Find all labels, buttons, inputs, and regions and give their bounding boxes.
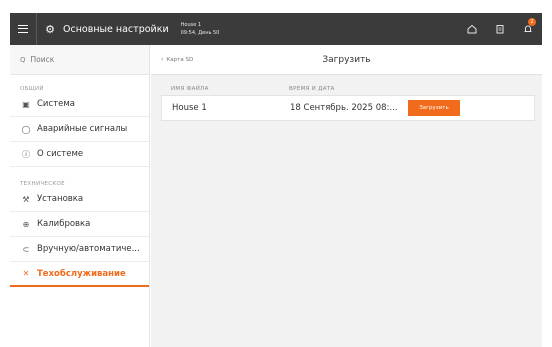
top-bar: ⚙ Основные настройки House 1 09:54, День… bbox=[10, 13, 542, 45]
sidebar-item-label: О системе bbox=[37, 149, 84, 159]
sidebar-item-maintenance[interactable]: ✕ Техобслуживание bbox=[10, 262, 149, 287]
house-name: House 1 bbox=[180, 22, 202, 28]
sidebar-item-system[interactable]: ▣ Система bbox=[10, 92, 149, 117]
search-box[interactable]: Q bbox=[10, 45, 149, 75]
notifications-button[interactable]: 2 bbox=[514, 13, 542, 45]
column-header-file-name: ИМЯ ФАЙЛА bbox=[171, 86, 209, 92]
sidebar-item-label: Техобслуживание bbox=[37, 268, 126, 279]
table-row: House 1 18 Сентябрь. 2025 08:... Загрузи… bbox=[161, 95, 535, 121]
sidebar-item-manual-auto[interactable]: ⊂ Вручную/автоматиче... bbox=[10, 237, 149, 262]
sub-header: ‹ Карта SD Загрузить bbox=[151, 45, 542, 75]
sidebar-item-installation[interactable]: ⚒ Установка bbox=[10, 187, 149, 212]
file-name-cell: House 1 bbox=[172, 103, 207, 113]
sidebar: Q ОБЩИЙ ▣ Система ◯ Аварийные сигналы ⓘ … bbox=[10, 45, 150, 347]
sidebar-item-alarms[interactable]: ◯ Аварийные сигналы bbox=[10, 117, 149, 142]
sidebar-item-about[interactable]: ⓘ О системе bbox=[10, 142, 149, 167]
system-icon: ▣ bbox=[22, 99, 30, 109]
gear-icon: ⚙ bbox=[45, 22, 55, 36]
sidebar-item-label: Калибровка bbox=[37, 219, 91, 229]
back-label: Карта SD bbox=[166, 56, 194, 63]
home-icon bbox=[467, 24, 477, 34]
installation-icon: ⚒ bbox=[22, 194, 30, 204]
page-title: Основные настройки bbox=[63, 23, 169, 35]
section-title: Загрузить bbox=[322, 54, 371, 65]
sidebar-item-calibration[interactable]: ⊕ Калибровка bbox=[10, 212, 149, 237]
sidebar-item-label: Система bbox=[37, 99, 75, 109]
wrench-icon: ✕ bbox=[22, 269, 30, 278]
menu-button[interactable] bbox=[10, 13, 36, 45]
house-time: 09:54, День 50 bbox=[180, 30, 220, 36]
chevron-left-icon: ‹ bbox=[161, 56, 164, 63]
clipboard-button[interactable] bbox=[486, 13, 514, 45]
alarm-icon: ◯ bbox=[21, 124, 31, 134]
clipboard-icon bbox=[496, 25, 504, 34]
date-time-cell: 18 Сентябрь. 2025 08:... bbox=[290, 103, 398, 113]
sidebar-item-label: Аварийные сигналы bbox=[37, 124, 128, 134]
hamburger-icon bbox=[18, 25, 28, 33]
main-panel: ‹ Карта SD Загрузить ИМЯ ФАЙЛА ВРЕМЯ И Д… bbox=[151, 45, 542, 347]
notification-badge: 2 bbox=[528, 18, 536, 26]
home-button[interactable] bbox=[458, 13, 486, 45]
column-header-date-time: ВРЕМЯ И ДАТА bbox=[289, 86, 335, 92]
sidebar-item-label: Установка bbox=[37, 194, 84, 204]
upload-button[interactable]: Загрузить bbox=[408, 100, 460, 116]
back-link[interactable]: ‹ Карта SD bbox=[161, 56, 193, 63]
house-info[interactable]: House 1 09:54, День 50 bbox=[181, 21, 220, 37]
search-input[interactable] bbox=[30, 55, 131, 64]
sidebar-item-label: Вручную/автоматиче... bbox=[37, 244, 140, 254]
search-icon: Q bbox=[20, 55, 26, 64]
calibration-icon: ⊕ bbox=[22, 219, 30, 229]
info-icon: ⓘ bbox=[22, 149, 30, 159]
manual-auto-icon: ⊂ bbox=[22, 244, 30, 254]
